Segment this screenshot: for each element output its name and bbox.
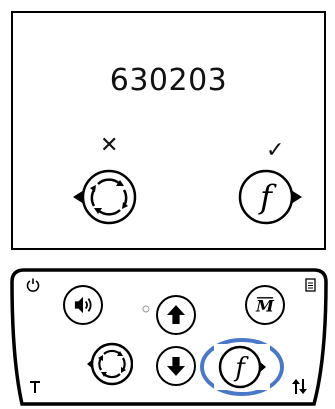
power-icon [26,278,40,292]
indicator-light [142,305,150,313]
down-key[interactable] [156,346,196,386]
arrow-down-icon [167,357,185,376]
volume-key[interactable] [63,285,103,325]
function-icon: f [218,345,266,389]
arrow-up-icon [167,305,185,324]
up-key[interactable] [156,295,196,335]
menu-key[interactable]: M [245,285,285,325]
m-logo-icon: M [255,296,275,315]
keypad: M f [6,264,332,409]
display-code: 630203 [109,63,228,98]
display-screen: 630203 ✕ ✓ f [11,11,326,250]
document-icon [305,278,316,292]
cancel-mark: ✕ [100,133,119,158]
circle-arrows-icon [73,169,137,225]
svg-text:M: M [255,296,275,315]
circle-key[interactable] [87,341,133,387]
circle-arrows-icon [87,342,133,386]
confirm-mark: ✓ [266,138,285,163]
function-icon: f [238,169,302,225]
temperature-icon [30,381,40,393]
speaker-icon [74,296,92,314]
function-key[interactable]: f [214,344,270,390]
swap-icon [292,379,307,394]
